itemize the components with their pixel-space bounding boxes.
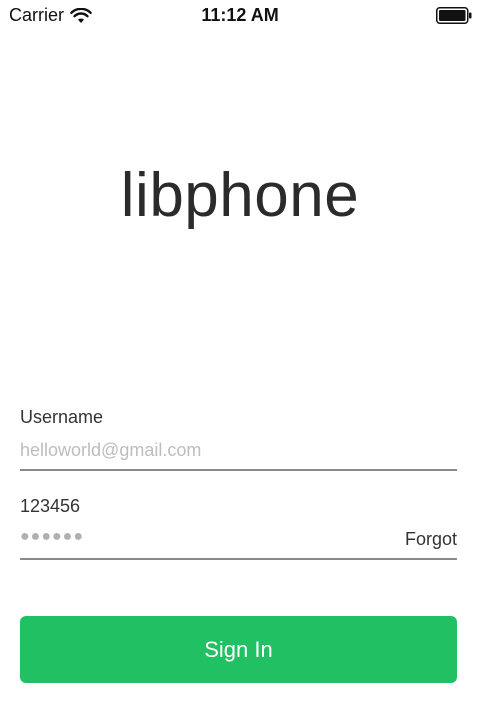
battery-icon xyxy=(436,7,472,24)
status-time: 11:12 AM xyxy=(201,5,279,25)
login-screen: Carrier 11:12 AM libphone Username 12345… xyxy=(0,0,480,720)
username-label: Username xyxy=(20,407,104,427)
password-field-group: 123456 ●●●●●● Forgot xyxy=(20,494,457,560)
forgot-password-link[interactable]: Forgot xyxy=(405,529,457,550)
status-bar: Carrier 11:12 AM xyxy=(0,0,480,32)
username-field-group: Username xyxy=(20,405,457,471)
password-input[interactable]: ●●●●●● xyxy=(20,528,84,546)
app-logo: libphone xyxy=(120,161,360,230)
sign-in-button[interactable]: Sign In xyxy=(20,616,457,683)
password-label: 123456 xyxy=(20,496,81,516)
username-input[interactable] xyxy=(20,437,380,463)
